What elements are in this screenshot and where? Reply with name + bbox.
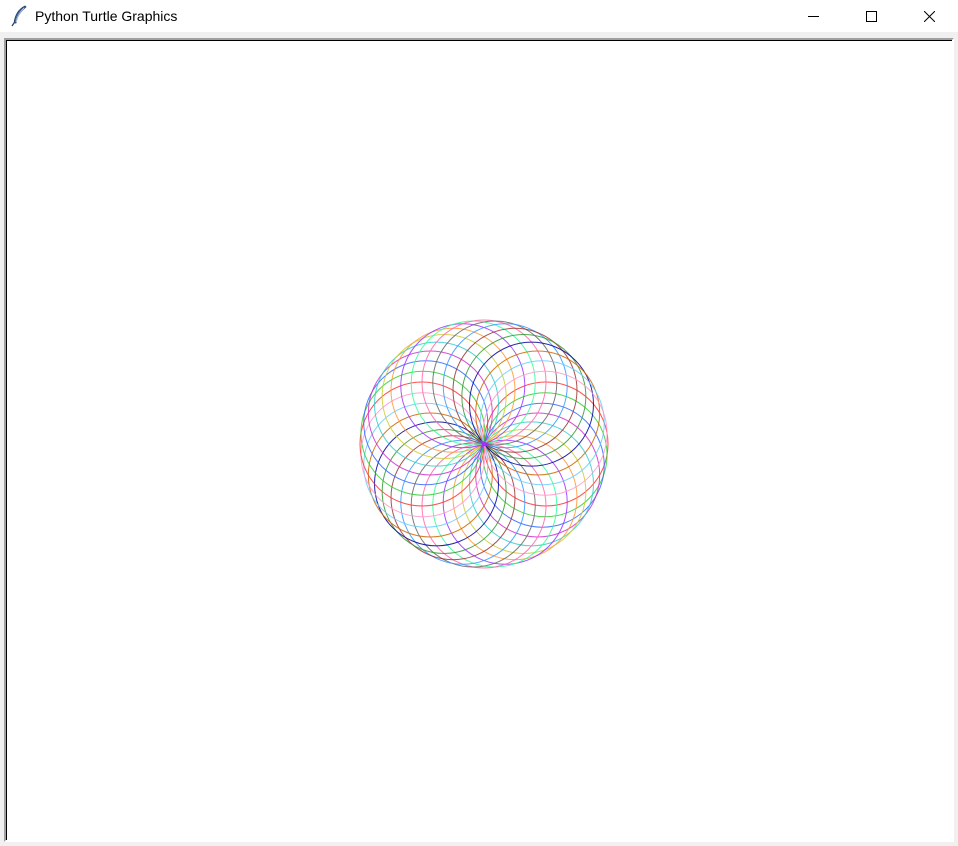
- minimize-button[interactable]: [784, 0, 842, 32]
- maximize-button[interactable]: [842, 0, 900, 32]
- minimize-icon: [807, 15, 819, 17]
- feather-icon: [10, 5, 30, 27]
- title-bar[interactable]: Python Turtle Graphics: [0, 0, 958, 32]
- close-icon: [923, 10, 935, 22]
- close-button[interactable]: [900, 0, 958, 32]
- maximize-icon: [865, 10, 877, 22]
- canvas-frame: [4, 38, 954, 842]
- window-title: Python Turtle Graphics: [35, 8, 178, 24]
- spirograph-drawing: [359, 319, 609, 569]
- turtle-window: Python Turtle Graphics: [0, 0, 958, 846]
- turtle-canvas[interactable]: [6, 40, 952, 840]
